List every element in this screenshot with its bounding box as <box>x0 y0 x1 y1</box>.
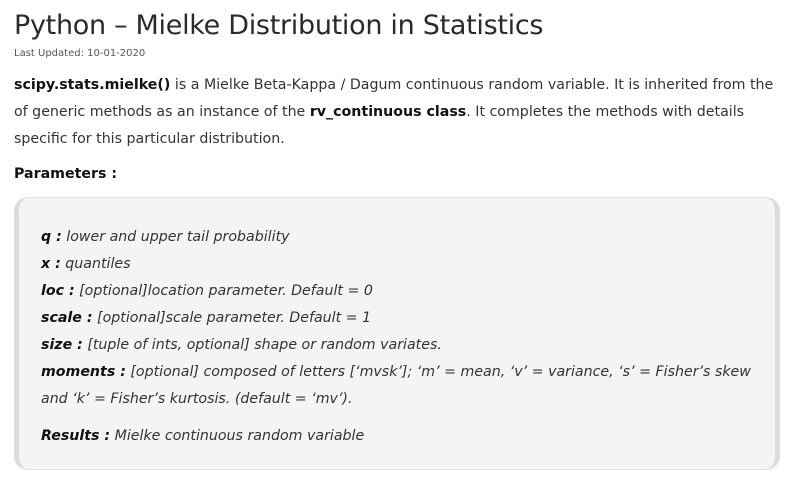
param-name: size : <box>41 337 83 353</box>
param-desc: [optional]scale parameter. Default = 1 <box>92 310 372 326</box>
parameters-box: q : lower and upper tail probability x :… <box>14 197 780 470</box>
last-updated: Last Updated: 10-01-2020 <box>14 48 146 59</box>
results-label: Results : <box>41 428 111 444</box>
param-name: q : <box>41 229 62 245</box>
function-name: scipy.stats.mielke() <box>14 77 171 93</box>
class-name: rv_continuous class <box>309 104 467 120</box>
param-name: moments : <box>41 364 126 380</box>
parameters-heading: Parameters : <box>14 166 118 182</box>
param-name: scale : <box>41 310 93 326</box>
param-name: loc : <box>41 283 75 299</box>
param-desc: quantiles <box>60 256 131 272</box>
param-loc: loc : [optional]location parameter. Defa… <box>41 278 756 305</box>
param-desc: [tuple of ints, optional] shape or rando… <box>82 337 442 353</box>
parameters-list: q : lower and upper tail probability x :… <box>41 224 756 450</box>
intro-paragraph: scipy.stats.mielke() is a Mielke Beta-Ka… <box>14 72 786 153</box>
param-size: size : [tuple of ints, optional] shape o… <box>41 332 756 359</box>
param-name: x : <box>41 256 61 272</box>
param-x: x : quantiles <box>41 251 756 278</box>
results-line: Results : Mielke continuous random varia… <box>41 423 756 450</box>
param-scale: scale : [optional]scale parameter. Defau… <box>41 305 756 332</box>
param-desc: [optional]location parameter. Default = … <box>74 283 373 299</box>
param-desc: [optional] composed of letters [‘mvsk’];… <box>41 364 751 407</box>
results-desc: Mielke continuous random variable <box>110 428 365 444</box>
param-q: q : lower and upper tail probability <box>41 224 756 251</box>
article: Python – Mielke Distribution in Statisti… <box>0 0 798 494</box>
page-title: Python – Mielke Distribution in Statisti… <box>14 10 544 41</box>
param-moments: moments : [optional] composed of letters… <box>41 359 756 413</box>
param-desc: lower and upper tail probability <box>61 229 290 245</box>
